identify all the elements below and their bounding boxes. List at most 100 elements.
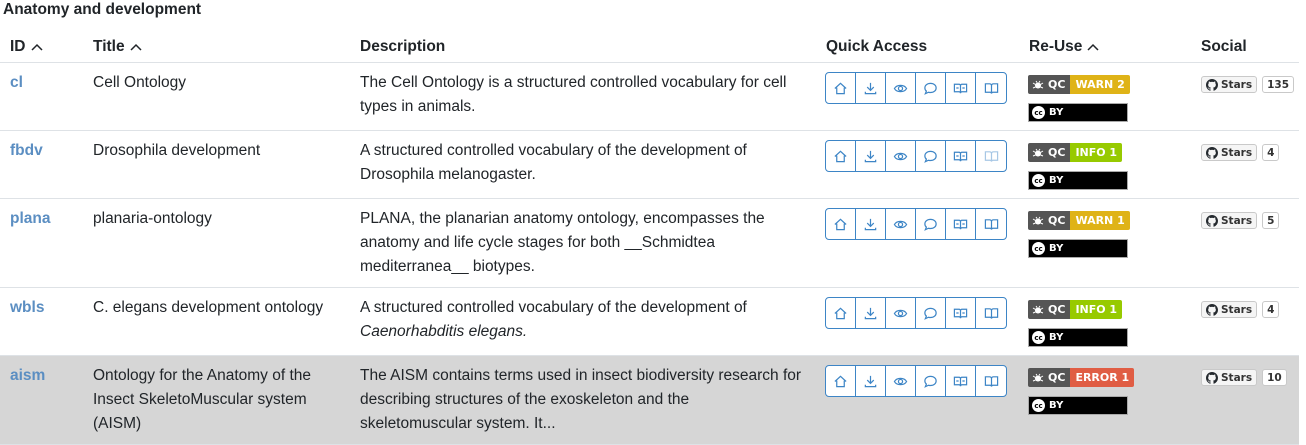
eye-button[interactable] <box>886 366 916 396</box>
eye-button[interactable] <box>886 209 916 239</box>
license-badge[interactable]: cc BY <box>1028 328 1128 347</box>
table-row: wbls C. elegans development ontology A str… <box>0 288 1299 356</box>
stars-count[interactable]: 135 <box>1262 76 1295 93</box>
qc-status-badge[interactable]: QC WARN 1 <box>1028 211 1130 230</box>
download-button[interactable] <box>856 298 886 328</box>
eye-button[interactable] <box>886 73 916 103</box>
book-button[interactable] <box>976 141 1006 171</box>
book-open-button[interactable] <box>946 366 976 396</box>
ontology-id-link[interactable]: wbls <box>10 299 44 316</box>
download-icon <box>864 307 877 319</box>
license-badge[interactable]: cc BY <box>1028 103 1128 122</box>
home-button[interactable] <box>826 366 856 396</box>
comment-button[interactable] <box>916 209 946 239</box>
header-id[interactable]: ID <box>10 32 43 62</box>
eye-icon <box>893 309 908 317</box>
qc-status-badge[interactable]: QC INFO 1 <box>1028 143 1123 162</box>
book-open-icon <box>953 219 968 229</box>
book-open-icon <box>953 376 968 386</box>
home-button[interactable] <box>826 141 856 171</box>
github-stars-button[interactable]: Stars <box>1201 212 1258 229</box>
ontology-title-line: Ontology for the Anatomy of the <box>93 367 311 384</box>
comment-button[interactable] <box>916 298 946 328</box>
license-badge[interactable]: cc BY <box>1028 396 1128 415</box>
comment-button[interactable] <box>916 73 946 103</box>
header-reuse[interactable]: Re-Use <box>1029 32 1099 62</box>
ontology-title-cell: C. elegans development ontology <box>93 296 343 320</box>
ontology-id-link[interactable]: cl <box>10 74 23 91</box>
eye-button[interactable] <box>886 298 916 328</box>
book-open-button[interactable] <box>946 73 976 103</box>
comment-icon <box>924 218 937 231</box>
github-stars: Stars 5 <box>1201 212 1280 229</box>
github-icon <box>1206 371 1218 384</box>
book-button[interactable] <box>976 298 1006 328</box>
ontology-id-cell: cl <box>10 71 23 95</box>
download-button[interactable] <box>856 73 886 103</box>
comment-button[interactable] <box>916 366 946 396</box>
ontology-title-line: C. elegans development ontology <box>93 299 324 316</box>
stars-count[interactable]: 10 <box>1262 369 1287 386</box>
book-icon <box>984 375 998 387</box>
qc-label: QC <box>1048 78 1066 91</box>
stars-count[interactable]: 4 <box>1262 144 1280 161</box>
comment-icon <box>924 375 937 388</box>
book-button[interactable] <box>976 366 1006 396</box>
ontology-description-line: The Cell Ontology is a structured contro… <box>360 74 787 91</box>
download-button[interactable] <box>856 366 886 396</box>
stars-label: Stars <box>1221 214 1253 227</box>
qc-status-value: INFO 1 <box>1070 300 1123 319</box>
comment-button[interactable] <box>916 141 946 171</box>
qc-status-badge[interactable]: QC WARN 2 <box>1028 75 1130 94</box>
book-open-button[interactable] <box>946 209 976 239</box>
header-id-label: ID <box>10 38 26 55</box>
ontology-id-cell: plana <box>10 207 50 231</box>
book-button[interactable] <box>976 73 1006 103</box>
github-stars-button[interactable]: Stars <box>1201 301 1258 318</box>
eye-button[interactable] <box>886 141 916 171</box>
home-button[interactable] <box>826 73 856 103</box>
ontology-id-link[interactable]: plana <box>10 210 50 227</box>
ontology-description-line: A structured controlled vocabulary of th… <box>360 299 747 316</box>
download-button[interactable] <box>856 209 886 239</box>
license-label: BY <box>1049 332 1064 343</box>
qc-status-badge[interactable]: QC ERROR 1 <box>1028 368 1135 387</box>
qc-badge-label: QC <box>1028 75 1071 94</box>
stars-count[interactable]: 5 <box>1262 212 1280 229</box>
ontology-description-cell: PLANA, the planarian anatomy ontology, e… <box>360 207 815 279</box>
qc-label: QC <box>1048 214 1066 227</box>
license-badge[interactable]: cc BY <box>1028 171 1128 190</box>
ontology-id-link[interactable]: aism <box>10 367 45 384</box>
home-icon <box>834 307 847 319</box>
book-open-button[interactable] <box>946 141 976 171</box>
ontology-id-link[interactable]: fbdv <box>10 142 43 159</box>
eye-icon <box>893 152 908 160</box>
creative-commons-icon: cc <box>1032 106 1045 119</box>
license-label: BY <box>1049 400 1064 411</box>
header-title[interactable]: Title <box>93 32 142 62</box>
book-open-button[interactable] <box>946 298 976 328</box>
qc-badge-label: QC <box>1028 211 1071 230</box>
ontology-description-line: The AISM contains terms used in insect b… <box>360 367 802 384</box>
quick-access-group <box>825 72 1007 104</box>
github-icon <box>1206 146 1218 159</box>
sort-ascending-icon <box>30 43 43 51</box>
github-stars-button[interactable]: Stars <box>1201 144 1258 161</box>
header-social: Social <box>1201 32 1247 62</box>
stars-count[interactable]: 4 <box>1262 301 1280 318</box>
github-stars-button[interactable]: Stars <box>1201 76 1258 93</box>
license-badge[interactable]: cc BY <box>1028 239 1128 258</box>
qc-status-badge[interactable]: QC INFO 1 <box>1028 300 1123 319</box>
book-button[interactable] <box>976 209 1006 239</box>
quick-access-group <box>825 208 1007 240</box>
home-button[interactable] <box>826 209 856 239</box>
table-row: cl Cell Ontology The Cell Ontology is a st… <box>0 63 1299 131</box>
qc-label: QC <box>1048 371 1066 384</box>
download-button[interactable] <box>856 141 886 171</box>
ontology-title-line: Insect SkeletoMuscular system <box>93 391 307 408</box>
github-stars-button[interactable]: Stars <box>1201 369 1258 386</box>
eye-icon <box>893 220 908 228</box>
github-stars: Stars 135 <box>1201 76 1295 93</box>
ontology-description-line: PLANA, the planarian anatomy ontology, e… <box>360 210 765 227</box>
home-button[interactable] <box>826 298 856 328</box>
